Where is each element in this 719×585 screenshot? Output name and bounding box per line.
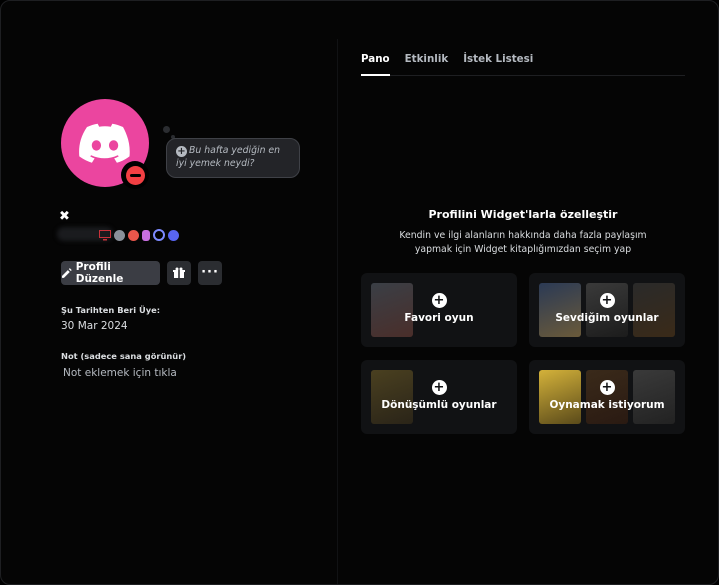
widget-card-want-to-play[interactable]: + Oynamak istiyorum [529,360,685,434]
card-content: + Oynamak istiyorum [529,380,685,411]
note-label: Not (sadece sana görünür) [61,351,187,361]
badge-silver-icon[interactable] [114,229,125,241]
badge-heart-icon[interactable] [128,229,139,241]
widget-card-favorite-game[interactable]: + Favori oyun [361,273,517,347]
member-since-label: Şu Tarihten Beri Üye: [61,305,161,315]
card-label: Dönüşümlü oyunlar [381,399,497,411]
card-label: Favori oyun [404,312,474,324]
widgets-panel: Pano Etkinlik İstek Listesi Profilini Wi… [361,45,685,434]
add-icon: + [176,146,187,157]
add-icon: + [599,293,615,308]
tab-pano[interactable]: Pano [361,45,390,76]
status-bubble[interactable]: + Bu hafta yediğin en iyi yemek neydi? [166,138,300,178]
profile-panel: + Bu hafta yediğin en iyi yemek neydi? ✖ … [37,39,338,584]
more-icon: ··· [201,265,219,280]
status-bubble-text: Bu hafta yediğin en iyi yemek neydi? [176,145,281,169]
add-icon: + [599,380,615,395]
edit-profile-label: Profili Düzenle [75,261,124,285]
add-icon: + [431,380,447,395]
card-label: Oynamak istiyorum [549,399,665,411]
member-since-value: 30 Mar 2024 [61,320,128,332]
pencil-icon [61,267,72,278]
tab-etkinlik[interactable]: Etkinlik [405,45,449,75]
card-label: Sevdiğim oyunlar [555,312,659,324]
promo-description-line: yapmak için Widget kitaplığımızdan seçim… [414,244,632,255]
monitor-icon [99,229,111,240]
edit-profile-button[interactable]: Profili Düzenle [61,261,160,285]
profile-actions: Profili Düzenle ··· [61,261,222,285]
badge-list [99,229,179,241]
badge-ring-icon[interactable] [153,229,165,241]
tab-istek-listesi[interactable]: İstek Listesi [463,45,533,75]
profile-window: + Bu hafta yediğin en iyi yemek neydi? ✖ … [0,0,719,585]
note-input[interactable]: Not eklemek için tıkla [63,367,177,379]
promo-title: Profilini Widget'larla özelleştir [428,208,618,221]
promo-description: Kendin ve ilgi alanların hakkında daha f… [361,229,685,257]
promo-description-line: Kendin ve ilgi alanların hakkında daha f… [399,230,647,241]
add-icon: + [431,293,447,308]
gift-icon [173,267,185,278]
widget-card-rotating-games[interactable]: + Dönüşümlü oyunlar [361,360,517,434]
bubble-dot [163,126,170,133]
more-options-button[interactable]: ··· [198,261,222,285]
discord-logo-icon [79,123,130,163]
dnd-status-icon [121,161,149,189]
x-badge-icon: ✖ [59,209,70,224]
gift-button[interactable] [167,261,191,285]
widget-card-favorite-games[interactable]: + Sevdiğim oyunlar [529,273,685,347]
profile-tabs: Pano Etkinlik İstek Listesi [361,45,685,76]
card-content: + Sevdiğim oyunlar [529,293,685,324]
badge-nitro-icon[interactable] [168,229,179,241]
card-content: + Favori oyun [361,293,517,324]
card-content: + Dönüşümlü oyunlar [361,380,517,411]
badge-gem-icon[interactable] [142,229,150,241]
